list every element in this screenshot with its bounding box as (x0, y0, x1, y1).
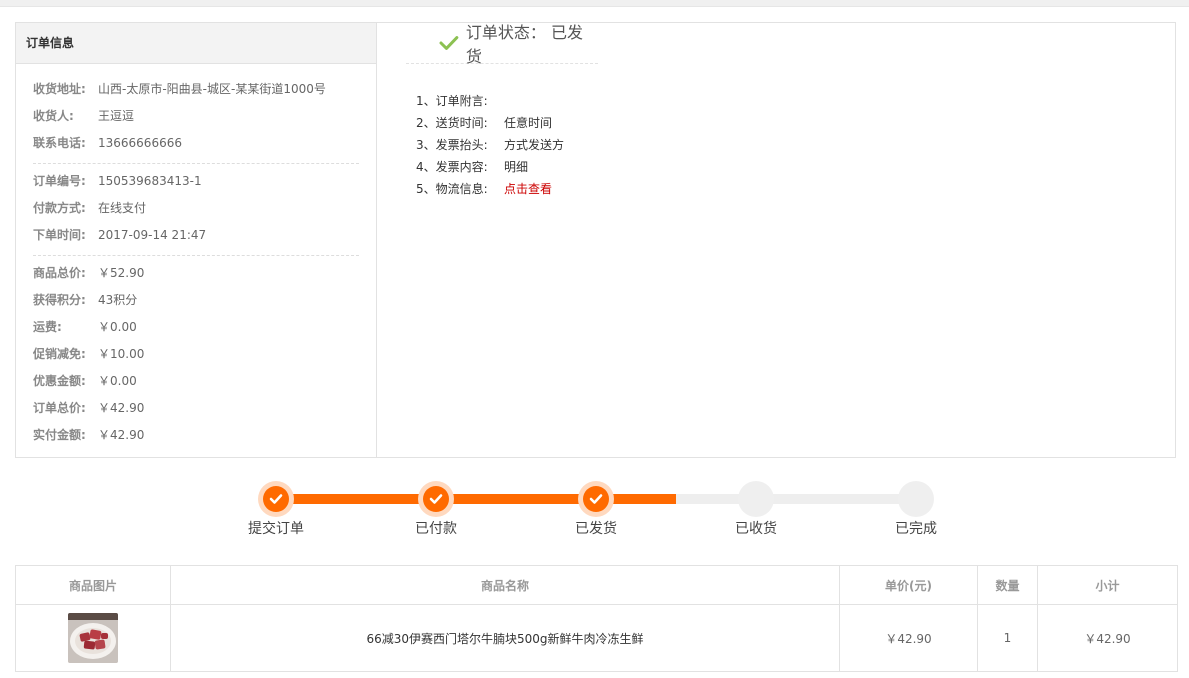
header-name: 商品名称 (170, 565, 840, 605)
product-price-cell: ￥42.90 (839, 604, 978, 672)
order-number-row: 订单编号: 150539683413-1 (33, 168, 359, 195)
remark-label: 2、送货时间: (416, 116, 488, 130)
order-status-text: 订单状态： 已发货 (465, 23, 583, 66)
info-value: ￥52.90 (98, 266, 145, 280)
info-label: 付款方式: (33, 201, 86, 215)
goods-table: 商品图片 商品名称 单价(元) 数量 小计 66减30伊赛西门塔尔牛腩块500g… (15, 565, 1178, 672)
remark-label: 4、发票内容: (416, 160, 488, 174)
check-icon (429, 494, 443, 504)
logistics-link[interactable]: 点击查看 (504, 178, 552, 200)
info-label: 运费: (33, 320, 62, 334)
payment-method-row: 付款方式: 在线支付 (33, 195, 359, 222)
order-status-column: 订单状态： 已发货 1、订单附言: 2、送货时间: 任意时间 3、发票抬头: 方式发… (376, 23, 1175, 457)
points-row: 获得积分: 43积分 (33, 287, 359, 314)
remark-label: 1、订单附言: (416, 94, 488, 108)
order-info-column: 订单信息 收货地址: 山西-太原市-阳曲县-城区-某某街道1000号 收货人: 王逗… (16, 23, 377, 457)
info-value: 13666666666 (98, 136, 182, 150)
paid-amount-row: 实付金额: ￥42.90 (33, 422, 359, 449)
progress-track-done (276, 494, 436, 504)
order-info-panel: 订单信息 收货地址: 山西-太原市-阳曲县-城区-某某街道1000号 收货人: 王逗… (15, 22, 1176, 458)
price-summary-group: 商品总价: ￥52.90 获得积分: 43积分 运费: ￥0.00 促销减免: ￥10.… (33, 255, 359, 449)
check-icon (269, 494, 283, 504)
remark-row: 4、发票内容: 明细 (416, 156, 564, 178)
check-icon (589, 494, 603, 504)
info-value: 王逗逗 (98, 109, 135, 123)
info-value: ￥10.00 (98, 347, 145, 361)
step-node-done (258, 481, 294, 517)
info-label: 优惠金额: (33, 374, 86, 388)
order-info-title: 订单信息 (16, 23, 376, 64)
header-subtotal: 小计 (1037, 565, 1178, 605)
info-label: 商品总价: (33, 266, 86, 280)
info-label: 获得积分: (33, 293, 86, 307)
top-bar (0, 0, 1189, 7)
progress-track-pending (676, 494, 916, 504)
step-label: 已完成 (895, 521, 937, 537)
product-qty-cell: 1 (977, 604, 1038, 672)
info-label: 促销减免: (33, 347, 86, 361)
progress-track-done (436, 494, 596, 504)
header-price: 单价(元) (839, 565, 978, 605)
info-value: 150539683413-1 (98, 174, 202, 188)
step-label: 已发货 (575, 521, 617, 537)
info-label: 收货地址: (33, 82, 86, 96)
info-value: 在线支付 (98, 201, 147, 215)
info-label: 下单时间: (33, 228, 86, 242)
shipping-fee-row: 运费: ￥0.00 (33, 314, 359, 341)
info-value: ￥42.90 (98, 428, 145, 442)
step-label: 已付款 (415, 521, 457, 537)
goods-table-header: 商品图片 商品名称 单价(元) 数量 小计 (15, 565, 1178, 605)
shipping-info-group: 收货地址: 山西-太原市-阳曲县-城区-某某街道1000号 收货人: 王逗逗 联系电… (33, 64, 359, 163)
meat-product-thumbnail[interactable] (68, 613, 118, 663)
remark-label: 5、物流信息: (416, 182, 488, 196)
remark-value: 任意时间 (504, 116, 553, 130)
table-row: 66减30伊赛西门塔尔牛腩块500g新鲜牛肉冷冻生鲜 ￥42.90 1 ￥42.… (15, 604, 1178, 672)
address-row: 收货地址: 山西-太原市-阳曲县-城区-某某街道1000号 (33, 76, 359, 103)
order-progress-bar: 提交订单 已付款 已发货 已收货 已完成 (0, 475, 1189, 545)
coupon-amount-row: 优惠金额: ￥0.00 (33, 368, 359, 395)
step-node-done (578, 481, 614, 517)
header-image: 商品图片 (15, 565, 171, 605)
remark-value: 方式发送方 (504, 138, 565, 152)
order-status-header: 订单状态： 已发货 (406, 23, 598, 66)
promotion-discount-row: 促销减免: ￥10.00 (33, 341, 359, 368)
info-value: 43积分 (98, 293, 138, 307)
remark-value: 明细 (504, 160, 529, 174)
info-label: 收货人: (33, 109, 74, 123)
info-value: ￥42.90 (98, 401, 145, 415)
info-value: ￥0.00 (98, 320, 137, 334)
remark-row: 2、送货时间: 任意时间 (416, 112, 564, 134)
info-value: ￥0.00 (98, 374, 137, 388)
order-time-row: 下单时间: 2017-09-14 21:47 (33, 222, 359, 249)
step-node-done (418, 481, 454, 517)
order-meta-group: 订单编号: 150539683413-1 付款方式: 在线支付 下单时间: 2017-… (33, 163, 359, 255)
info-label: 订单总价: (33, 401, 86, 415)
product-name-cell[interactable]: 66减30伊赛西门塔尔牛腩块500g新鲜牛肉冷冻生鲜 (170, 604, 840, 672)
remark-row: 5、物流信息: 点击查看 (416, 178, 564, 200)
remark-row: 3、发票抬头: 方式发送方 (416, 134, 564, 156)
info-label: 联系电话: (33, 136, 86, 150)
info-label: 订单编号: (33, 174, 86, 188)
order-remarks-list: 1、订单附言: 2、送货时间: 任意时间 3、发票抬头: 方式发送方 4、发票内容:… (416, 90, 564, 200)
goods-total-row: 商品总价: ￥52.90 (33, 260, 359, 287)
remark-row: 1、订单附言: (416, 90, 564, 112)
info-label: 实付金额: (33, 428, 86, 442)
header-qty: 数量 (977, 565, 1038, 605)
step-label: 已收货 (735, 521, 777, 537)
step-label: 提交订单 (248, 521, 304, 537)
order-total-row: 订单总价: ￥42.90 (33, 395, 359, 422)
info-value: 山西-太原市-阳曲县-城区-某某街道1000号 (98, 82, 326, 96)
step-node-pending (898, 481, 934, 517)
check-icon (439, 36, 459, 50)
product-image-cell (15, 604, 171, 672)
product-subtotal-cell: ￥42.90 (1037, 604, 1178, 672)
step-node-pending (738, 481, 774, 517)
phone-row: 联系电话: 13666666666 (33, 130, 359, 157)
info-value: 2017-09-14 21:47 (98, 228, 207, 242)
remark-label: 3、发票抬头: (416, 138, 488, 152)
receiver-row: 收货人: 王逗逗 (33, 103, 359, 130)
